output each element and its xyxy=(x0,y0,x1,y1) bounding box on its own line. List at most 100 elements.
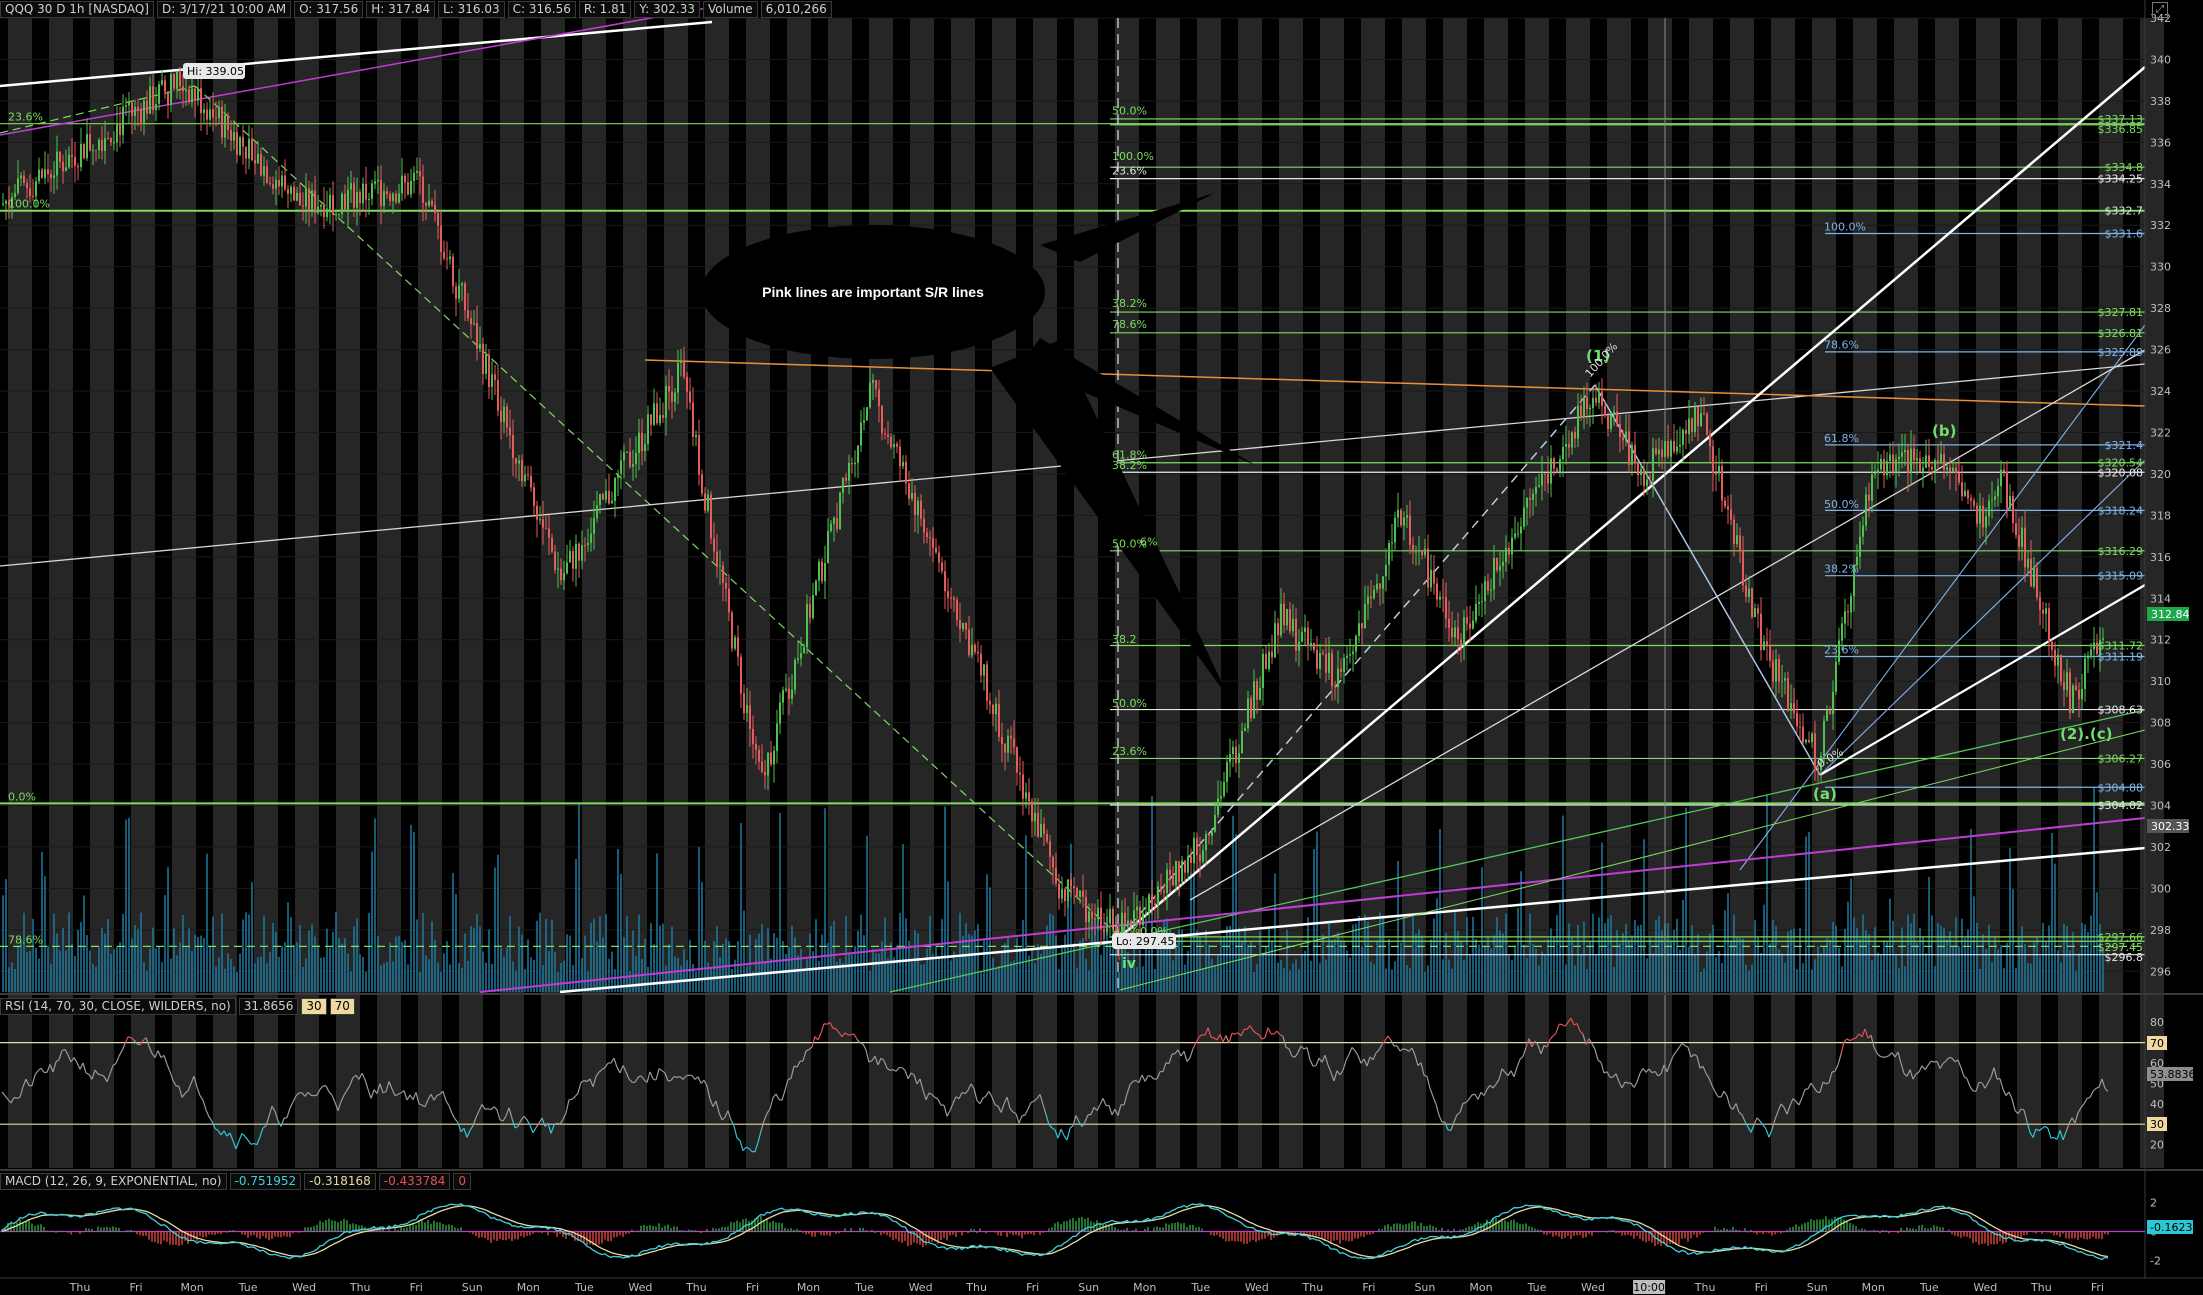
x-axis-label: Mon xyxy=(1133,1281,1156,1294)
fib-label: 38.2 xyxy=(1112,633,1137,646)
candle-body xyxy=(1733,519,1735,544)
volume-bar xyxy=(1985,949,1987,992)
rsi-line-segment xyxy=(202,1100,207,1111)
trading-chart[interactable]: Pink lines are important S/R lines 23.6%… xyxy=(0,0,2203,1295)
session-band xyxy=(1402,18,1426,1168)
symbol-label[interactable]: QQQ 30 D 1h [NASDAQ] xyxy=(0,0,154,18)
candle-body xyxy=(1340,668,1342,673)
price-level-label: $331.6 xyxy=(2105,228,2144,241)
candle-body xyxy=(1916,458,1918,461)
candle-body xyxy=(1862,525,1864,537)
candle-body xyxy=(905,461,907,484)
rsi-line-segment xyxy=(493,1106,498,1111)
bar-low: L: 316.03 xyxy=(438,0,505,18)
volume-bar xyxy=(1772,919,1774,992)
candle-body xyxy=(596,505,598,519)
rsi-line-segment xyxy=(1978,1081,1983,1084)
candle-body xyxy=(1505,547,1507,562)
candle-body xyxy=(1001,736,1003,745)
volume-bar xyxy=(1889,898,1891,992)
rsi-line-segment xyxy=(280,1118,285,1127)
expand-icon[interactable]: ⤢ xyxy=(2152,2,2168,18)
volume-bar xyxy=(1592,913,1594,992)
volume-bar xyxy=(2021,926,2023,992)
candle-body xyxy=(992,704,994,715)
candle-body xyxy=(641,432,643,452)
candle-body xyxy=(1484,581,1486,602)
candle-body xyxy=(647,414,649,445)
rsi-line-segment xyxy=(490,1106,495,1111)
candle-body xyxy=(758,749,760,762)
rsi-line-segment xyxy=(250,1142,255,1145)
fib-label: 50.0% xyxy=(1112,697,1147,710)
session-band xyxy=(1853,18,1877,1168)
volume-bar xyxy=(740,822,742,992)
volume-bar xyxy=(119,942,121,992)
volume-value: 6,010,266 xyxy=(760,0,832,18)
candle-body xyxy=(188,89,190,103)
volume-bar xyxy=(1550,928,1552,992)
volume-bar xyxy=(818,960,820,992)
candle-body xyxy=(203,109,205,114)
volume-bar xyxy=(1418,929,1420,992)
candle-body xyxy=(1325,654,1327,673)
candle-body xyxy=(497,380,499,411)
session-band xyxy=(1115,18,1139,1168)
volume-bar xyxy=(1061,944,1063,992)
candle-body xyxy=(380,180,382,206)
volume-bar xyxy=(416,919,418,992)
rsi-study-label[interactable]: RSI (14, 70, 30, CLOSE, WILDERS, no) xyxy=(0,997,236,1015)
volume-bar xyxy=(1805,836,1807,992)
candle-body xyxy=(1346,655,1348,658)
volume-bar xyxy=(581,958,583,992)
price-level-label: $304.88 xyxy=(2098,781,2144,794)
rsi-line-segment xyxy=(1432,1096,1437,1105)
volume-bar xyxy=(1634,919,1636,992)
candle-body xyxy=(215,117,217,119)
rsi-line-segment xyxy=(769,1097,774,1110)
candle-body xyxy=(1229,754,1231,763)
volume-bar xyxy=(815,919,817,992)
rsi-line-segment xyxy=(2002,1088,2007,1096)
volume-bar xyxy=(2093,787,2095,992)
candle-body xyxy=(1208,834,1210,836)
candle-body xyxy=(131,102,133,116)
volume-bar xyxy=(1727,893,1729,992)
rsi-line-segment xyxy=(1507,1070,1512,1076)
candle-body xyxy=(332,195,334,216)
candle-body xyxy=(1187,856,1189,873)
volume-bar xyxy=(992,958,994,992)
volume-bar xyxy=(1001,952,1003,992)
volume-bar xyxy=(1580,954,1582,992)
volume-bar xyxy=(1610,915,1612,992)
volume-bar xyxy=(122,913,124,992)
candle-body xyxy=(1478,601,1480,604)
volume-bar xyxy=(1370,961,1372,992)
candle-body xyxy=(1298,641,1300,651)
candle-body xyxy=(2093,642,2095,650)
volume-bar xyxy=(323,957,325,992)
rsi-line-segment xyxy=(1402,1048,1407,1051)
candle-body xyxy=(311,190,313,210)
rsi-line-segment xyxy=(361,1072,366,1080)
rsi-line-segment xyxy=(817,1032,822,1041)
candle-body xyxy=(1904,449,1906,453)
candle-body xyxy=(800,653,802,659)
volume-bar xyxy=(767,927,769,992)
volume-bar xyxy=(1262,952,1264,992)
candle-body xyxy=(5,200,7,204)
macd-study-label[interactable]: MACD (12, 26, 9, EXPONENTIAL, no) xyxy=(0,1172,227,1190)
rsi-line-segment xyxy=(97,1073,102,1076)
bar-date: D: 3/17/21 10:00 AM xyxy=(156,0,292,18)
candle-body xyxy=(1508,547,1510,555)
volume-bar xyxy=(56,933,58,992)
candle-body xyxy=(1700,413,1702,427)
volume-bar xyxy=(998,966,1000,992)
session-band xyxy=(664,18,688,1168)
volume-bar xyxy=(1088,970,1090,992)
session-band xyxy=(1074,18,1098,1168)
volume-bar xyxy=(1553,937,1555,992)
candle-body xyxy=(1964,490,1966,497)
candle-body xyxy=(359,192,361,204)
fib-label: 38.2% xyxy=(1824,562,1859,575)
